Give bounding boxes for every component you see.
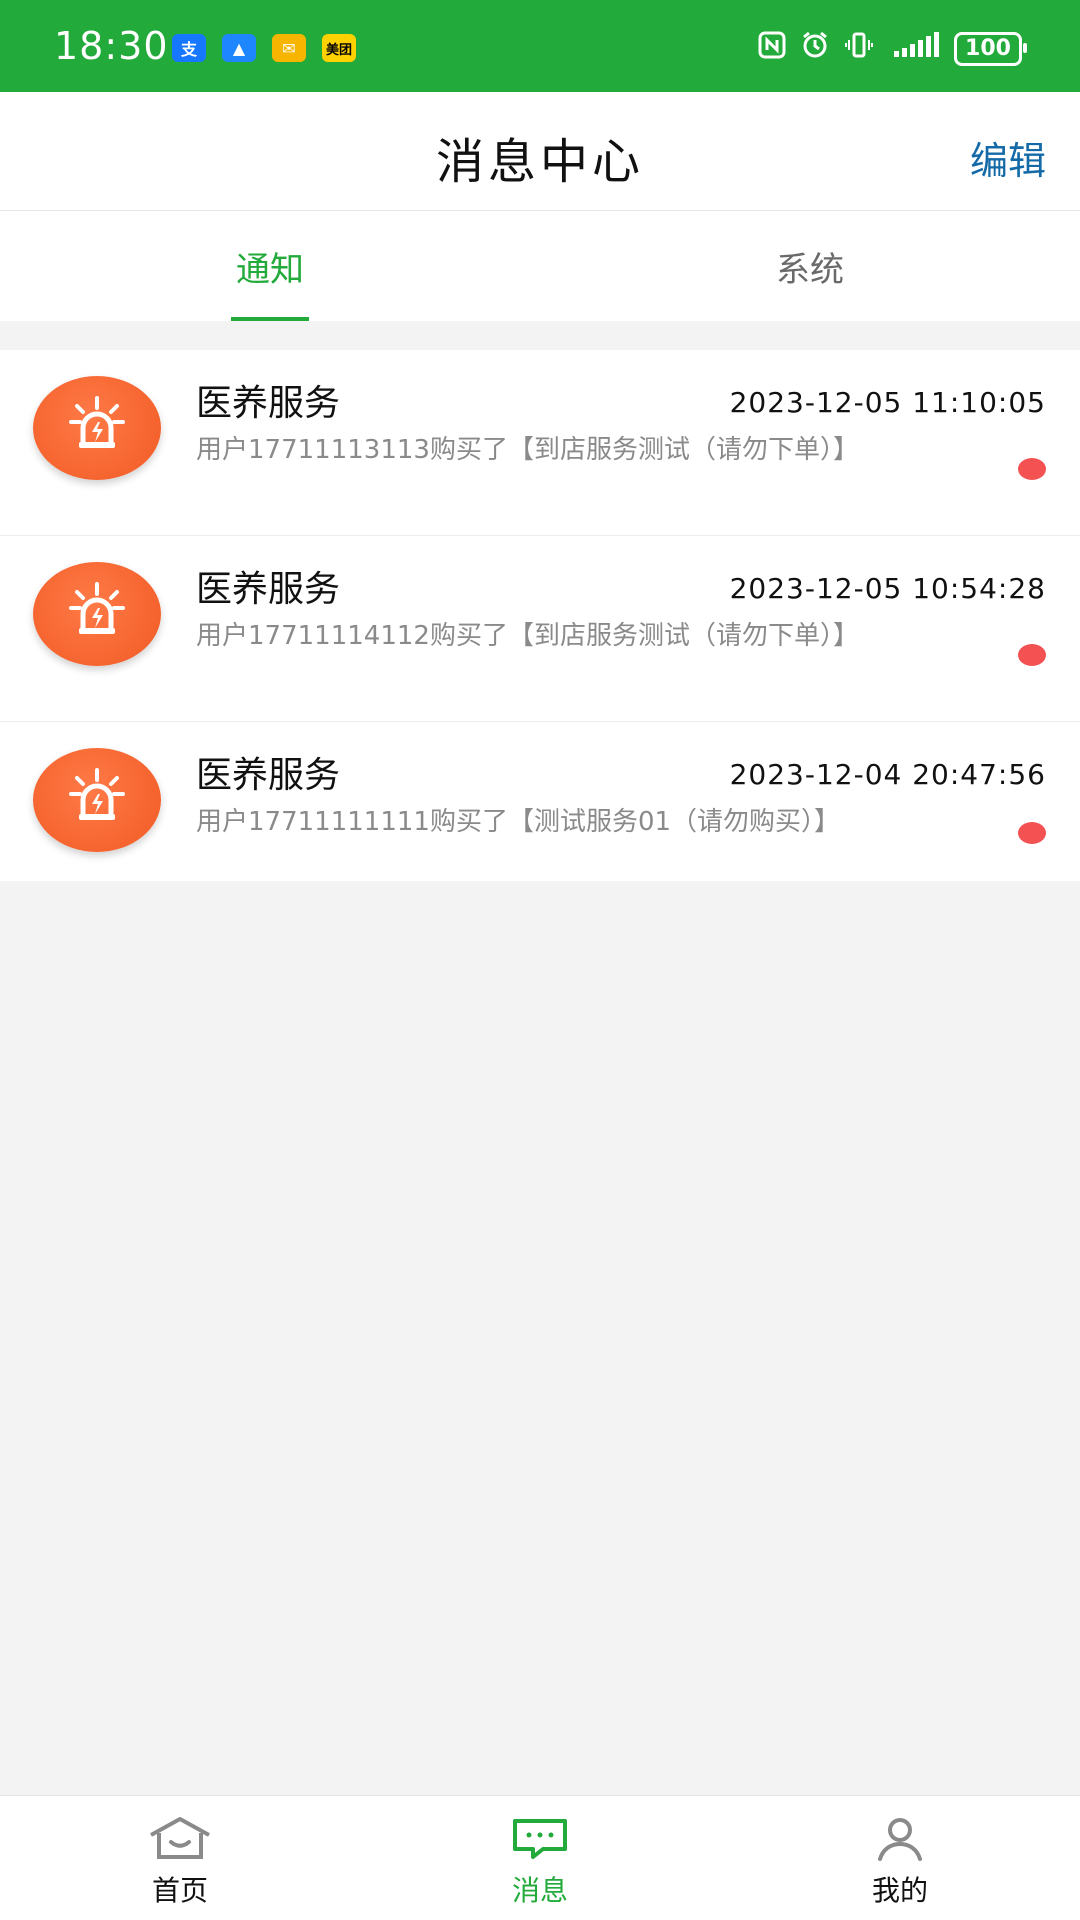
message-title: 医养服务	[196, 569, 341, 610]
message-title: 医养服务	[196, 755, 341, 796]
unread-dot	[1018, 644, 1046, 666]
status-time: 18:30	[54, 24, 169, 68]
tab-notifications[interactable]: 通知	[0, 211, 540, 321]
user-icon	[878, 1818, 922, 1861]
message-text: 用户17711113113购买了【到店服务测试（请勿下单）】	[196, 435, 859, 465]
page-title: 消息中心	[435, 134, 644, 190]
message-text: 用户17711114112购买了【到店服务测试（请勿下单）】	[196, 621, 859, 651]
tab-system[interactable]: 系统	[540, 211, 1080, 321]
active-tab-indicator	[231, 317, 309, 321]
tab-label: 系统	[776, 249, 844, 290]
message-icon	[513, 1819, 567, 1859]
tab-bar: 通知 系统	[0, 211, 1080, 321]
status-bar: 18:30 支 ▲ ✉ 美团 100	[0, 0, 1080, 92]
bottom-navigation: 首页 消息 我的	[0, 1795, 1080, 1920]
battery-indicator: 100	[954, 31, 1027, 66]
tab-label: 通知	[236, 249, 304, 290]
unread-dot	[1018, 458, 1046, 480]
status-indicators: 100	[758, 30, 1027, 67]
message-title: 医养服务	[196, 383, 341, 424]
unread-dot	[1018, 822, 1046, 844]
meituan-icon: 美团	[322, 34, 356, 62]
message-item[interactable]: 医养服务 2023-12-04 20:47:56 用户17711111111购买…	[0, 722, 1080, 881]
nav-label: 首页	[151, 1874, 208, 1907]
vibrate-icon	[844, 30, 874, 67]
message-item[interactable]: 医养服务 2023-12-05 10:54:28 用户17711114112购买…	[0, 536, 1080, 722]
nav-app-icon: ▲	[222, 34, 256, 62]
alarm-bell-icon	[33, 562, 161, 666]
message-item[interactable]: 医养服务 2023-12-05 11:10:05 用户17711113113购买…	[0, 350, 1080, 536]
status-app-icons: 支 ▲ ✉ 美团	[172, 34, 356, 62]
message-time: 2023-12-05 11:10:05	[729, 386, 1046, 419]
signal-icon	[888, 31, 940, 66]
alarm-icon	[800, 30, 830, 67]
message-time: 2023-12-05 10:54:28	[729, 572, 1046, 605]
message-list: 医养服务 2023-12-05 11:10:05 用户17711113113购买…	[0, 350, 1080, 881]
alipay-icon: 支	[172, 34, 206, 62]
nav-home[interactable]: 首页	[0, 1796, 360, 1920]
alarm-bell-icon	[33, 376, 161, 480]
nfc-icon	[758, 31, 786, 66]
alarm-bell-icon	[33, 748, 161, 852]
nav-label: 消息	[511, 1874, 568, 1907]
nav-messages[interactable]: 消息	[360, 1796, 720, 1920]
home-icon	[150, 1817, 210, 1859]
edit-button[interactable]: 编辑	[970, 130, 1046, 185]
message-time: 2023-12-04 20:47:56	[729, 758, 1046, 791]
mail-icon: ✉	[272, 34, 306, 62]
nav-profile[interactable]: 我的	[720, 1796, 1080, 1920]
nav-label: 我的	[871, 1874, 928, 1907]
top-bar: 消息中心 编辑	[0, 92, 1080, 211]
message-text: 用户17711111111购买了【测试服务01（请勿购买）】	[196, 807, 841, 837]
